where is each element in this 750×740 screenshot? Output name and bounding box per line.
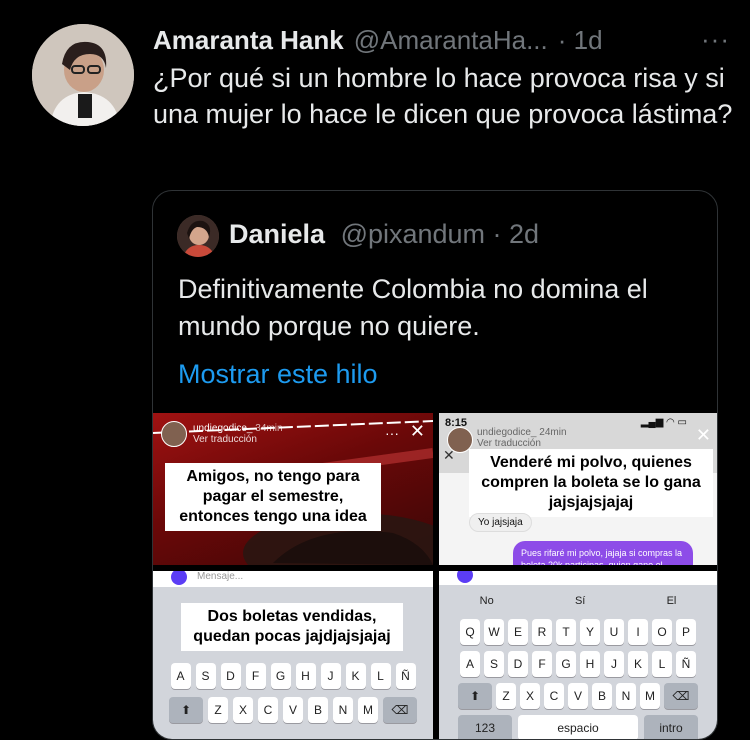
story-age: 34min (255, 423, 283, 434)
key: I (628, 619, 648, 645)
key: N (333, 697, 353, 723)
key: L (370, 663, 391, 689)
suggestion: El (666, 595, 677, 607)
key: Ñ (395, 663, 416, 689)
space-key: espacio (518, 715, 638, 739)
key: P (676, 619, 696, 645)
media-image-3[interactable]: Mensaje... Dos boletas vendidas, quedan … (153, 571, 433, 739)
message-bubble: Pues rifaré mi polvo, jajaja si compras … (513, 541, 693, 565)
author-avatar[interactable] (32, 24, 134, 126)
story-translate: Ver traducción (477, 438, 541, 449)
key: Q (460, 619, 480, 645)
key: B (592, 683, 612, 709)
keyboard-row-4: 123 espacio intro (439, 715, 717, 739)
key: B (308, 697, 328, 723)
media-image-1[interactable]: undiegodice_ 34min Ver traducción ··· ✕ … (153, 413, 433, 565)
shift-key-icon: ⬆ (169, 697, 203, 723)
key: F (245, 663, 266, 689)
backspace-key-icon: ⌫ (383, 697, 417, 723)
key: X (520, 683, 540, 709)
quoted-author-avatar[interactable] (177, 215, 219, 257)
quoted-tweet[interactable]: Daniela @pixandum · 2d Definitivamente C… (152, 190, 718, 740)
suggestion: No (479, 595, 494, 607)
key: V (568, 683, 588, 709)
media-image-4[interactable]: No Sí El Q W E R T Y U I O P A S D F G H… (439, 571, 717, 739)
status-icons: ▂▄▆ ◠ ▭ (640, 417, 687, 428)
key: A (170, 663, 191, 689)
key: D (220, 663, 241, 689)
key: M (640, 683, 660, 709)
key: K (628, 651, 648, 677)
key: L (652, 651, 672, 677)
quoted-text: Definitivamente Colombia no domina el mu… (178, 274, 648, 341)
keyboard-row-2: A S D F G H J K L Ñ (439, 651, 717, 677)
key: S (195, 663, 216, 689)
key: J (320, 663, 341, 689)
keyboard-row-2: A S D F G H J K L Ñ (153, 663, 433, 689)
key: N (616, 683, 636, 709)
story-username: undiegodice_ (477, 427, 537, 438)
key: C (258, 697, 278, 723)
tweet-text: ¿Por qué si un hombre lo hace provoca ri… (153, 63, 733, 129)
show-thread-link[interactable]: Mostrar este hilo (178, 359, 378, 390)
key: C (544, 683, 564, 709)
key: Y (580, 619, 600, 645)
tweet-header: Amaranta Hank @AmarantaHa... · 1d ··· (153, 24, 736, 56)
key: Z (496, 683, 516, 709)
key: F (532, 651, 552, 677)
quoted-author-handle[interactable]: @pixandum · 2d (341, 219, 540, 249)
key: A (460, 651, 480, 677)
story-translate: Ver traducción (193, 434, 257, 445)
close-reply-icon: ✕ (443, 447, 455, 463)
story-caption: Venderé mi polvo, quienes compren la bol… (471, 451, 711, 515)
suggestion: Sí (574, 595, 586, 607)
reply-bubble: Yo jajsjaja (469, 513, 532, 532)
key: X (233, 697, 253, 723)
keyboard-row-1: Q W E R T Y U I O P (439, 619, 717, 645)
keyboard-row-3: ⬆ Z X C V B N M ⌫ (439, 683, 717, 709)
close-icon: ✕ (695, 425, 711, 445)
key: U (604, 619, 624, 645)
media-image-2[interactable]: 8:15 ▂▄▆ ◠ ▭ undiegodice_ 24min Ver trad… (439, 413, 717, 565)
quoted-header: Daniela @pixandum · 2d (229, 219, 539, 250)
return-key: intro (644, 715, 698, 739)
story-caption: Dos boletas vendidas, quedan pocas jajdj… (183, 605, 401, 649)
more-icon: ··· (385, 425, 399, 441)
tweet-time[interactable]: · 1d (558, 25, 603, 56)
key: V (283, 697, 303, 723)
shift-key-icon: ⬆ (458, 683, 492, 709)
story-caption: Amigos, no tengo para pagar el semestre,… (167, 465, 379, 529)
key: J (604, 651, 624, 677)
backspace-key-icon: ⌫ (664, 683, 698, 709)
story-avatar (161, 421, 187, 447)
author-handle[interactable]: @AmarantaHa... (354, 25, 548, 56)
key: G (270, 663, 291, 689)
key: O (652, 619, 672, 645)
key: D (508, 651, 528, 677)
key: H (580, 651, 600, 677)
story-username: undiegodice_ (193, 423, 253, 434)
key: Z (208, 697, 228, 723)
key: K (345, 663, 366, 689)
key: M (358, 697, 378, 723)
key: Ñ (676, 651, 696, 677)
key: W (484, 619, 504, 645)
key: S (484, 651, 504, 677)
media-grid: undiegodice_ 34min Ver traducción ··· ✕ … (153, 413, 717, 739)
quoted-author-name[interactable]: Daniela (229, 219, 325, 249)
key: E (508, 619, 528, 645)
numbers-key: 123 (458, 715, 512, 739)
more-options-icon[interactable]: ··· (701, 24, 730, 55)
suggestion-bar: No Sí El (439, 595, 717, 607)
key: T (556, 619, 576, 645)
author-name[interactable]: Amaranta Hank (153, 25, 344, 56)
key: H (295, 663, 316, 689)
close-icon: ✕ (409, 421, 425, 441)
message-placeholder: Mensaje... (197, 571, 244, 582)
story-age: 24min (539, 427, 567, 438)
story-header: undiegodice_ 34min Ver traducción (161, 421, 283, 447)
keyboard-row-3: ⬆ Z X C V B N M ⌫ (153, 697, 433, 723)
key: G (556, 651, 576, 677)
key: R (532, 619, 552, 645)
